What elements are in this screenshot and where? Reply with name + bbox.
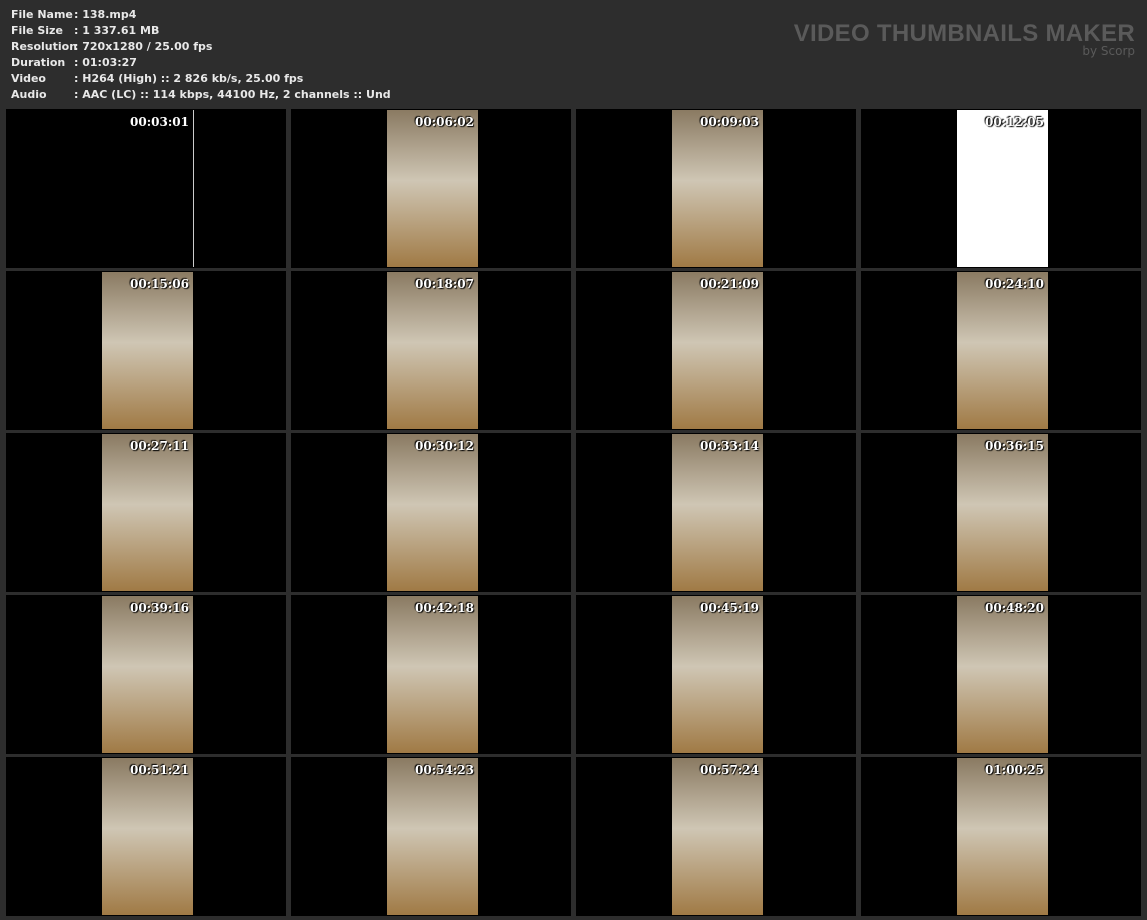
- info-label: Audio: [11, 88, 47, 101]
- thumbnail-cell: 00:51:21: [6, 757, 286, 916]
- thumbnail-cell: 00:18:07: [291, 271, 571, 430]
- thumbnail-cell: 00:57:24: [576, 757, 856, 916]
- timestamp: 00:33:14: [700, 439, 759, 453]
- info-row: File Name: 138.mp4: [11, 7, 391, 23]
- timestamp: 00:45:19: [700, 601, 759, 615]
- timestamp: 00:27:11: [130, 439, 189, 453]
- info-sep: :: [74, 88, 83, 101]
- timestamp: 01:00:25: [985, 763, 1044, 777]
- timestamp: 00:51:21: [130, 763, 189, 777]
- thumbnail-image: 01:00:25: [957, 758, 1048, 915]
- thumbnail-image: 00:21:09: [672, 272, 763, 429]
- thumbnail-cell: 00:12:05: [861, 109, 1141, 268]
- thumbnail-image: 00:24:10: [957, 272, 1048, 429]
- thumbnail-image: 00:15:06: [102, 272, 193, 429]
- thumbnail-cell: 00:27:11: [6, 433, 286, 592]
- brand-logo: VIDEO THUMBNAILS MAKER by Scorp: [794, 20, 1135, 58]
- thumbnail-image: 00:30:12: [387, 434, 478, 591]
- timestamp: 00:54:23: [415, 763, 474, 777]
- thumbnail-cell: 00:30:12: [291, 433, 571, 592]
- info-row: Duration: 01:03:27: [11, 55, 391, 71]
- timestamp: 00:03:01: [130, 115, 189, 129]
- thumbnail-image: 00:12:05: [957, 110, 1048, 267]
- thumbnail-image: 00:42:18: [387, 596, 478, 753]
- timestamp: 00:12:05: [985, 115, 1044, 129]
- info-label: Video: [11, 72, 46, 85]
- thumbnail-grid: 00:03:01 00:06:02 00:09:03 00:12:05 00:15:06…: [6, 109, 1141, 916]
- info-value: 138.mp4: [82, 8, 137, 21]
- thumbnail-cell: 00:39:16: [6, 595, 286, 754]
- thumbnail-image: 00:39:16: [102, 596, 193, 753]
- thumbnail-cell: 00:03:01: [6, 109, 286, 268]
- thumbnail-image: 00:51:21: [102, 758, 193, 915]
- thumbnail-cell: 01:00:25: [861, 757, 1141, 916]
- info-sep: :: [74, 72, 83, 85]
- thumbnail-image: 00:45:19: [672, 596, 763, 753]
- thumbnail-cell: 00:54:23: [291, 757, 571, 916]
- info-value: H264 (High) :: 2 826 kb/s, 25.00 fps: [82, 72, 304, 85]
- thumbnail-image: 00:36:15: [957, 434, 1048, 591]
- info-sep: :: [74, 40, 83, 53]
- thumbnail-cell: 00:48:20: [861, 595, 1141, 754]
- thumbnail-cell: 00:09:03: [576, 109, 856, 268]
- timestamp: 00:09:03: [700, 115, 759, 129]
- thumbnail-cell: 00:06:02: [291, 109, 571, 268]
- thumbnail-cell: 00:15:06: [6, 271, 286, 430]
- thumbnail-cell: 00:33:14: [576, 433, 856, 592]
- thumbnail-cell: 00:45:19: [576, 595, 856, 754]
- info-label: Duration: [11, 56, 66, 69]
- info-label: Resolution: [11, 40, 78, 53]
- info-row: File Size: 1 337.61 MB: [11, 23, 391, 39]
- thumbnail-image: 00:48:20: [957, 596, 1048, 753]
- timestamp: 00:39:16: [130, 601, 189, 615]
- thumbnail-image: 00:27:11: [102, 434, 193, 591]
- file-info: File Name: 138.mp4 File Size: 1 337.61 MB…: [11, 7, 391, 103]
- timestamp: 00:30:12: [415, 439, 474, 453]
- info-sep: :: [74, 56, 83, 69]
- timestamp: 00:15:06: [130, 277, 189, 291]
- info-value: 1 337.61 MB: [82, 24, 160, 37]
- info-row: Video: H264 (High) :: 2 826 kb/s, 25.00 …: [11, 71, 391, 87]
- timestamp: 00:18:07: [415, 277, 474, 291]
- timestamp: 00:42:18: [415, 601, 474, 615]
- timestamp: 00:48:20: [985, 601, 1044, 615]
- thumbnail-image: 00:06:02: [387, 110, 478, 267]
- thumbnail-image: 00:57:24: [672, 758, 763, 915]
- thumbnail-cell: 00:36:15: [861, 433, 1141, 592]
- info-value: AAC (LC) :: 114 kbps, 44100 Hz, 2 channe…: [82, 88, 391, 101]
- info-row: Audio: AAC (LC) :: 114 kbps, 44100 Hz, 2…: [11, 87, 391, 103]
- timestamp: 00:21:09: [700, 277, 759, 291]
- info-sep: :: [74, 24, 83, 37]
- info-row: Resolution: 720x1280 / 25.00 fps: [11, 39, 391, 55]
- timestamp: 00:57:24: [700, 763, 759, 777]
- thumbnail-cell: 00:42:18: [291, 595, 571, 754]
- info-value: 720x1280 / 25.00 fps: [82, 40, 213, 53]
- thumbnail-cell: 00:24:10: [861, 271, 1141, 430]
- info-label: File Name: [11, 8, 73, 21]
- thumbnail-image: 00:54:23: [387, 758, 478, 915]
- thumbnail-image: 00:18:07: [387, 272, 478, 429]
- timestamp: 00:24:10: [985, 277, 1044, 291]
- info-value: 01:03:27: [82, 56, 137, 69]
- timestamp: 00:36:15: [985, 439, 1044, 453]
- thumbnail-cell: 00:21:09: [576, 271, 856, 430]
- thumbnail-image: 00:09:03: [672, 110, 763, 267]
- timestamp: 00:06:02: [415, 115, 474, 129]
- info-sep: :: [74, 8, 83, 21]
- thumbnail-image: 00:03:01: [102, 110, 194, 267]
- info-label: File Size: [11, 24, 63, 37]
- thumbnail-image: 00:33:14: [672, 434, 763, 591]
